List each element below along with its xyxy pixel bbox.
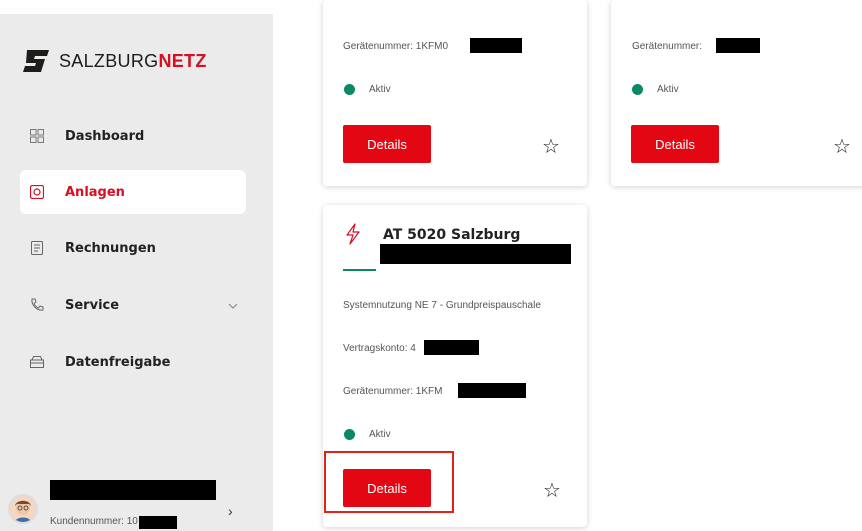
logo-icon	[23, 50, 49, 72]
nav-label: Rechnungen	[65, 240, 156, 256]
redacted-address	[380, 244, 571, 264]
nav-dashboard[interactable]: Dashboard	[20, 114, 246, 158]
status-dot	[344, 84, 355, 95]
document-icon	[29, 240, 45, 256]
redacted-vertragskonto	[424, 340, 479, 355]
geraetenummer-field: Gerätenummer:	[632, 41, 703, 52]
lightning-icon	[345, 223, 361, 250]
chevron-down-icon[interactable]	[228, 298, 238, 312]
product-field: Systemnutzung NE 7 - Grundpreispauschale	[343, 300, 541, 311]
geraetenummer-field: Gerätenummer: 1KFM0	[343, 41, 449, 52]
redacted-geraetenummer	[458, 383, 526, 398]
avatar	[8, 494, 38, 524]
chevron-right-icon[interactable]: ›	[228, 503, 233, 519]
status-label: Aktiv	[369, 429, 391, 440]
redacted-geraetenummer	[470, 38, 522, 53]
favorite-star-icon[interactable]: ☆	[833, 134, 851, 159]
kundennummer-label: Kundennummer: 10	[50, 516, 138, 527]
nav-datenfreigabe[interactable]: Datenfreigabe	[20, 340, 246, 384]
card-title: AT 5020 Salzburg	[383, 227, 521, 243]
nav-label: Dashboard	[65, 128, 145, 144]
status-indicator: Aktiv	[344, 429, 391, 440]
status-indicator: Aktiv	[632, 84, 679, 95]
salzburgnetz-logo[interactable]: SALZBURGNETZ	[23, 50, 207, 72]
nav-label: Anlagen	[65, 184, 125, 200]
redacted-user-name	[50, 480, 216, 500]
grid-icon	[29, 128, 45, 144]
status-dot	[344, 429, 355, 440]
nav-anlagen[interactable]: Anlagen	[20, 170, 246, 214]
status-dot	[632, 84, 643, 95]
details-button[interactable]: Details	[343, 125, 431, 163]
anlage-card: Gerätenummer: 1KFM0 Aktiv Details ☆	[323, 0, 587, 186]
geraetenummer-field: Gerätenummer: 1KFM	[343, 386, 443, 397]
phone-icon	[29, 297, 45, 313]
share-tray-icon	[29, 354, 45, 370]
sidebar: SALZBURGNETZ Dashboard Anlagen Rechnunge…	[0, 14, 273, 531]
redacted-geraetenummer	[716, 38, 760, 53]
nav-label: Datenfreigabe	[65, 354, 171, 370]
nav-label: Service	[65, 297, 120, 313]
anlage-card: Gerätenummer: Aktiv Details ☆	[611, 0, 862, 186]
vertragskonto-field: Vertragskonto: 4	[343, 343, 416, 354]
user-profile[interactable]: Kundennummer: 10 ›	[6, 480, 266, 530]
brand-name: SALZBURGNETZ	[59, 50, 207, 71]
nav-service[interactable]: Service	[20, 283, 246, 327]
redacted-kundennummer	[139, 516, 177, 529]
status-label: Aktiv	[369, 84, 391, 95]
favorite-star-icon[interactable]: ☆	[542, 134, 560, 159]
nav-rechnungen[interactable]: Rechnungen	[20, 226, 246, 270]
highlight-frame	[324, 451, 454, 513]
meter-icon	[29, 184, 45, 200]
details-button[interactable]: Details	[631, 125, 719, 163]
title-underline	[343, 269, 376, 271]
status-indicator: Aktiv	[344, 84, 391, 95]
favorite-star-icon[interactable]: ☆	[543, 478, 561, 503]
status-label: Aktiv	[657, 84, 679, 95]
